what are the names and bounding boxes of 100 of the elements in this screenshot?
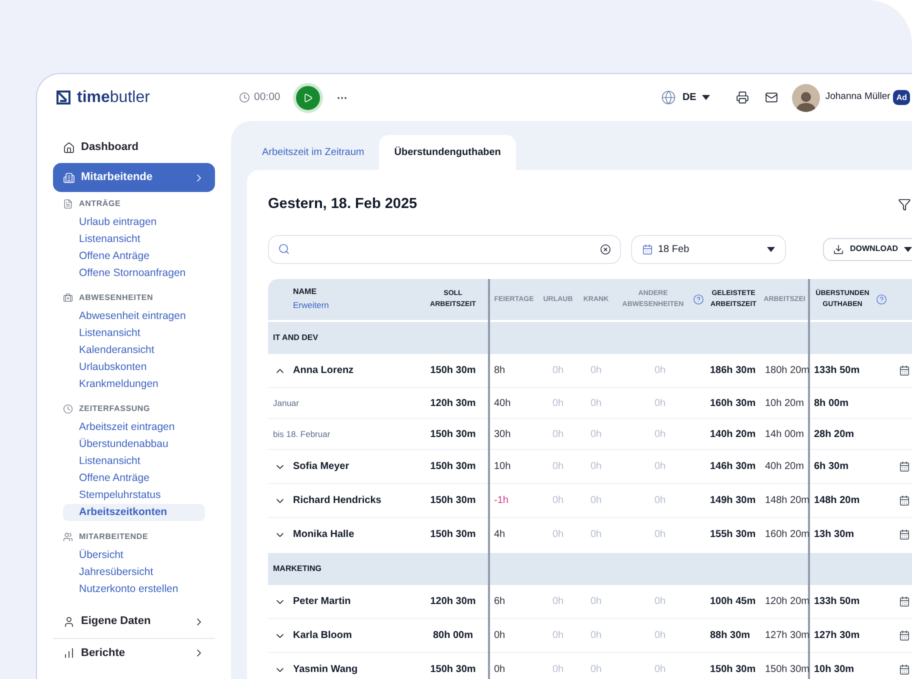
table-cell: 0h [654, 365, 666, 376]
user-icon [63, 616, 75, 628]
calendar-icon[interactable] [898, 528, 910, 540]
sidebar-link[interactable]: Urlaubskonten [53, 359, 215, 376]
table-cell: 0h [590, 596, 602, 607]
table-cell: 0h [654, 596, 666, 607]
mail-icon[interactable] [765, 91, 778, 104]
table-cell: -1h [494, 495, 508, 506]
sidebar-link[interactable]: Krankmeldungen [53, 376, 215, 393]
sidebar-link[interactable]: Überstundenabbau [53, 436, 215, 453]
employee-name: Monika Halle [293, 528, 354, 542]
calendar-icon[interactable] [898, 630, 910, 642]
sidebar-link[interactable]: Arbeitszeit eintragen [53, 419, 215, 436]
table-cell: 8h [494, 365, 506, 376]
group-cell [889, 552, 912, 585]
table-cell: 0h [590, 495, 602, 506]
table-cell: 0h [654, 529, 666, 540]
clock-icon [239, 92, 250, 103]
filter-icon[interactable] [898, 198, 911, 212]
table-cell: 40h [494, 398, 511, 409]
sidebar-link[interactable]: Nutzerkonto erstellen [53, 581, 215, 598]
sidebar-link[interactable]: Listenansicht [53, 453, 215, 470]
page-title: Gestern, 18. Feb 2025 [268, 195, 418, 214]
sidebar-link[interactable]: Urlaub eintragen [53, 214, 215, 231]
timer-display: 00:00 [254, 90, 280, 105]
table-cell: 0h [552, 365, 564, 376]
sidebar-link[interactable]: Jahresübersicht [53, 564, 215, 581]
avatar[interactable] [792, 84, 820, 112]
sidebar-link[interactable]: Offene Anträge [53, 470, 215, 487]
table-cell: 150h 30m [765, 664, 810, 676]
table-cell: 30h [494, 428, 511, 440]
sidebar-link[interactable]: Offene Anträge [53, 248, 215, 265]
sidebar-link[interactable]: Arbeitszeitkonten [63, 504, 205, 521]
sidebar-link[interactable]: Kalenderansicht [53, 342, 215, 359]
table-cell: 150h 30m [430, 428, 476, 440]
table-cell: 100h 45m [710, 596, 756, 607]
date-picker[interactable]: 18 Feb [631, 234, 786, 264]
employee-name: Richard Hendricks [293, 494, 382, 508]
bar-chart-icon [63, 647, 75, 659]
table-cell: 150h 30m [430, 664, 476, 676]
sidebar-link[interactable]: Offene Stornoanfragen [53, 265, 215, 282]
table-cell: 0h [494, 630, 506, 642]
play-button[interactable] [296, 86, 320, 110]
section-heading: MITARBEITENDE [79, 531, 148, 543]
help-icon[interactable] [876, 294, 887, 305]
clear-icon[interactable] [600, 244, 611, 255]
table-cell: 4h [494, 529, 506, 540]
search-field[interactable] [268, 234, 621, 264]
table-cell: 0h [552, 495, 564, 506]
table-cell: 13h 30m [814, 529, 854, 540]
period-label: bis 18. Februar [273, 428, 330, 439]
tab[interactable]: Arbeitszeit im Zeitraum [247, 135, 380, 170]
sidebar-link[interactable]: Abwesenheit eintragen [53, 308, 215, 325]
expand-all-link[interactable]: Erweitern [293, 300, 329, 310]
users-icon [63, 532, 73, 542]
table-cell: 0h [654, 398, 666, 409]
sidebar-item[interactable]: Berichte [53, 641, 215, 665]
sidebar-link[interactable]: Listenansicht [53, 231, 215, 248]
section-heading: ANTRÄGE [79, 198, 121, 210]
sidebar-item[interactable]: Mitarbeitende [53, 163, 215, 192]
table-cell: 0h [494, 664, 506, 676]
print-icon[interactable] [736, 91, 750, 104]
sidebar-link[interactable]: Stempeluhrstatus [53, 487, 215, 504]
table-cell: 0h [552, 664, 564, 676]
sidebar-item[interactable]: Dashboard [53, 133, 215, 162]
table-cell: 146h 30m [710, 461, 756, 472]
group-label: IT AND DEV [273, 333, 318, 342]
employee-name: Yasmin Wang [293, 663, 358, 678]
table-cell: 10h [494, 461, 511, 472]
sidebar-link[interactable]: Listenansicht [53, 325, 215, 342]
table-cell: 0h [654, 428, 666, 440]
download-button[interactable]: DOWNLOAD [823, 238, 912, 261]
table-cell: 0h [552, 428, 564, 440]
employee-name: Sofia Meyer [293, 460, 350, 474]
group-cell [889, 320, 912, 354]
calendar-icon[interactable] [898, 495, 910, 506]
table-cell: 120h 30m [430, 596, 476, 607]
table-cell: 0h [590, 428, 602, 440]
table-cell: 0h [590, 461, 602, 472]
document-icon [63, 199, 73, 209]
calendar-icon[interactable] [898, 596, 910, 607]
table-cell: 150h 30m [430, 495, 476, 506]
brand-logo: timebutler [77, 88, 150, 108]
group-cell [761, 320, 809, 354]
table-cell: 149h 30m [710, 495, 756, 506]
calendar-icon[interactable] [898, 664, 910, 676]
calendar-icon[interactable] [898, 461, 910, 472]
employee-name: Peter Martin [293, 595, 351, 609]
table-cell: 14h 00m [765, 428, 804, 440]
sidebar-link[interactable]: Übersicht [53, 547, 215, 564]
table-cell: 0h [654, 495, 666, 506]
calendar-icon [642, 244, 653, 255]
language-selector[interactable]: DE [661, 90, 710, 105]
sidebar-item[interactable]: Eigene Daten [53, 607, 215, 636]
table-cell: 140h 20m [710, 428, 756, 440]
help-icon[interactable] [693, 294, 704, 305]
calendar-icon[interactable] [898, 364, 910, 376]
tab[interactable]: Überstundenguthaben [379, 135, 516, 170]
download-icon [833, 244, 844, 255]
table-cell: 6h 30m [814, 461, 848, 472]
